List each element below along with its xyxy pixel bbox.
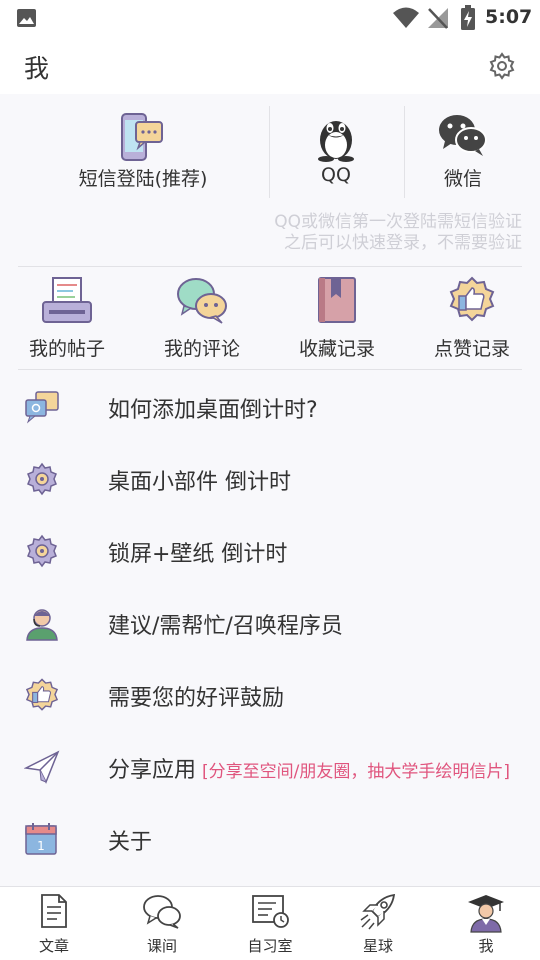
menu-item-add-countdown[interactable]: 如何添加桌面倒计时? — [0, 372, 540, 444]
wechat-icon — [439, 115, 487, 156]
rocket-icon — [360, 893, 396, 930]
tab-label: 自习室 — [247, 937, 293, 955]
status-bar: 5:07 — [0, 0, 540, 36]
likes-label: 点赞记录 — [433, 338, 510, 360]
tab-articles[interactable]: 文章 — [0, 887, 108, 960]
share-promo-text: [分享至空间/朋友圈，抽大学手绘明信片] — [202, 762, 511, 782]
likes-button[interactable]: 点赞记录 — [414, 272, 530, 368]
menu-item-label: 桌面小部件 倒计时 — [108, 470, 291, 495]
tab-planet[interactable]: 星球 — [324, 887, 432, 960]
my-comments-button[interactable]: 我的评论 — [144, 272, 260, 368]
menu-item-rate-app[interactable]: 需要您的好评鼓励 — [0, 660, 540, 732]
login-note: QQ或微信第一次登陆需短信验证 之后可以快速登录，不需要验证 — [274, 212, 522, 254]
sms-login-button[interactable]: 短信登陆(推荐) — [18, 104, 268, 200]
menu-item-label: 如何添加桌面倒计时? — [108, 398, 318, 423]
sms-login-label: 短信登陆(推荐) — [78, 168, 208, 190]
quick-actions: 我的帖子 我的评论 收藏记录 点赞记录 — [0, 272, 540, 368]
paper-plane-icon — [24, 750, 60, 784]
menu-item-about[interactable]: 1 关于 — [0, 804, 540, 876]
qq-login-button[interactable]: QQ — [269, 104, 403, 200]
gear-icon — [27, 462, 57, 496]
tab-label: 星球 — [362, 937, 393, 955]
no-signal-icon — [428, 8, 448, 29]
divider — [18, 369, 522, 370]
support-agent-icon — [26, 609, 58, 641]
bookmark-book-icon — [318, 277, 356, 323]
svg-text:1: 1 — [37, 839, 45, 853]
study-room-icon — [252, 895, 289, 928]
phone-sms-icon — [121, 113, 163, 161]
divider — [18, 266, 522, 267]
share-app-label: 分享应用 — [108, 758, 197, 783]
menu-item-widget-countdown[interactable]: 桌面小部件 倒计时 — [0, 444, 540, 516]
menu-item-label: 分享应用 [分享至空间/朋友圈，抽大学手绘明信片] — [108, 752, 510, 784]
status-time: 5:07 — [485, 6, 533, 28]
menu-item-feedback[interactable]: 建议/需帮忙/召唤程序员 — [0, 588, 540, 660]
qa-chat-icon — [25, 391, 59, 424]
gear-icon — [27, 534, 57, 568]
menu-item-label: 锁屏+壁纸 倒计时 — [108, 542, 288, 567]
posts-icon — [42, 277, 92, 323]
login-options: 短信登陆(推荐) QQ 微信 — [18, 104, 522, 200]
wechat-login-button[interactable]: 微信 — [404, 104, 522, 200]
favorites-button[interactable]: 收藏记录 — [279, 272, 395, 368]
bottom-tab-bar: 文章 课间 自习室 星球 我 — [0, 886, 540, 960]
login-note-line: QQ或微信第一次登陆需短信验证 — [274, 212, 522, 232]
my-posts-button[interactable]: 我的帖子 — [9, 272, 125, 368]
tab-study-room[interactable]: 自习室 — [216, 887, 324, 960]
tab-break[interactable]: 课间 — [108, 887, 216, 960]
graduate-avatar-icon — [468, 895, 504, 933]
wifi-icon — [393, 7, 419, 28]
page-header: 我 — [0, 36, 540, 94]
tab-label: 课间 — [146, 937, 177, 955]
thumbs-up-badge-icon — [449, 276, 495, 322]
menu-item-label: 需要您的好评鼓励 — [108, 686, 285, 711]
comments-icon — [177, 278, 227, 324]
my-posts-label: 我的帖子 — [28, 338, 105, 360]
gear-icon[interactable] — [488, 52, 516, 80]
menu-item-share-app[interactable]: 分享应用 [分享至空间/朋友圈，抽大学手绘明信片] — [0, 732, 540, 804]
qq-penguin-icon — [318, 121, 354, 162]
calendar-icon: 1 — [25, 823, 57, 855]
login-note-line: 之后可以快速登录，不需要验证 — [284, 233, 522, 253]
tab-me[interactable]: 我 — [432, 887, 540, 960]
menu-item-lockscreen-countdown[interactable]: 锁屏+壁纸 倒计时 — [0, 516, 540, 588]
tab-label: 文章 — [38, 937, 69, 955]
thumbs-up-badge-icon — [25, 678, 59, 711]
menu-item-label: 关于 — [108, 830, 153, 855]
document-icon — [41, 894, 67, 928]
favorites-label: 收藏记录 — [298, 338, 375, 360]
chat-bubbles-icon — [143, 895, 181, 929]
tab-label: 我 — [478, 937, 494, 955]
menu-item-label: 建议/需帮忙/召唤程序员 — [108, 614, 343, 639]
page-title: 我 — [24, 54, 50, 83]
battery-charging-icon — [461, 5, 475, 30]
gallery-icon — [17, 9, 36, 27]
qq-login-label: QQ — [321, 164, 351, 186]
my-comments-label: 我的评论 — [163, 338, 240, 360]
wechat-login-label: 微信 — [443, 168, 482, 190]
